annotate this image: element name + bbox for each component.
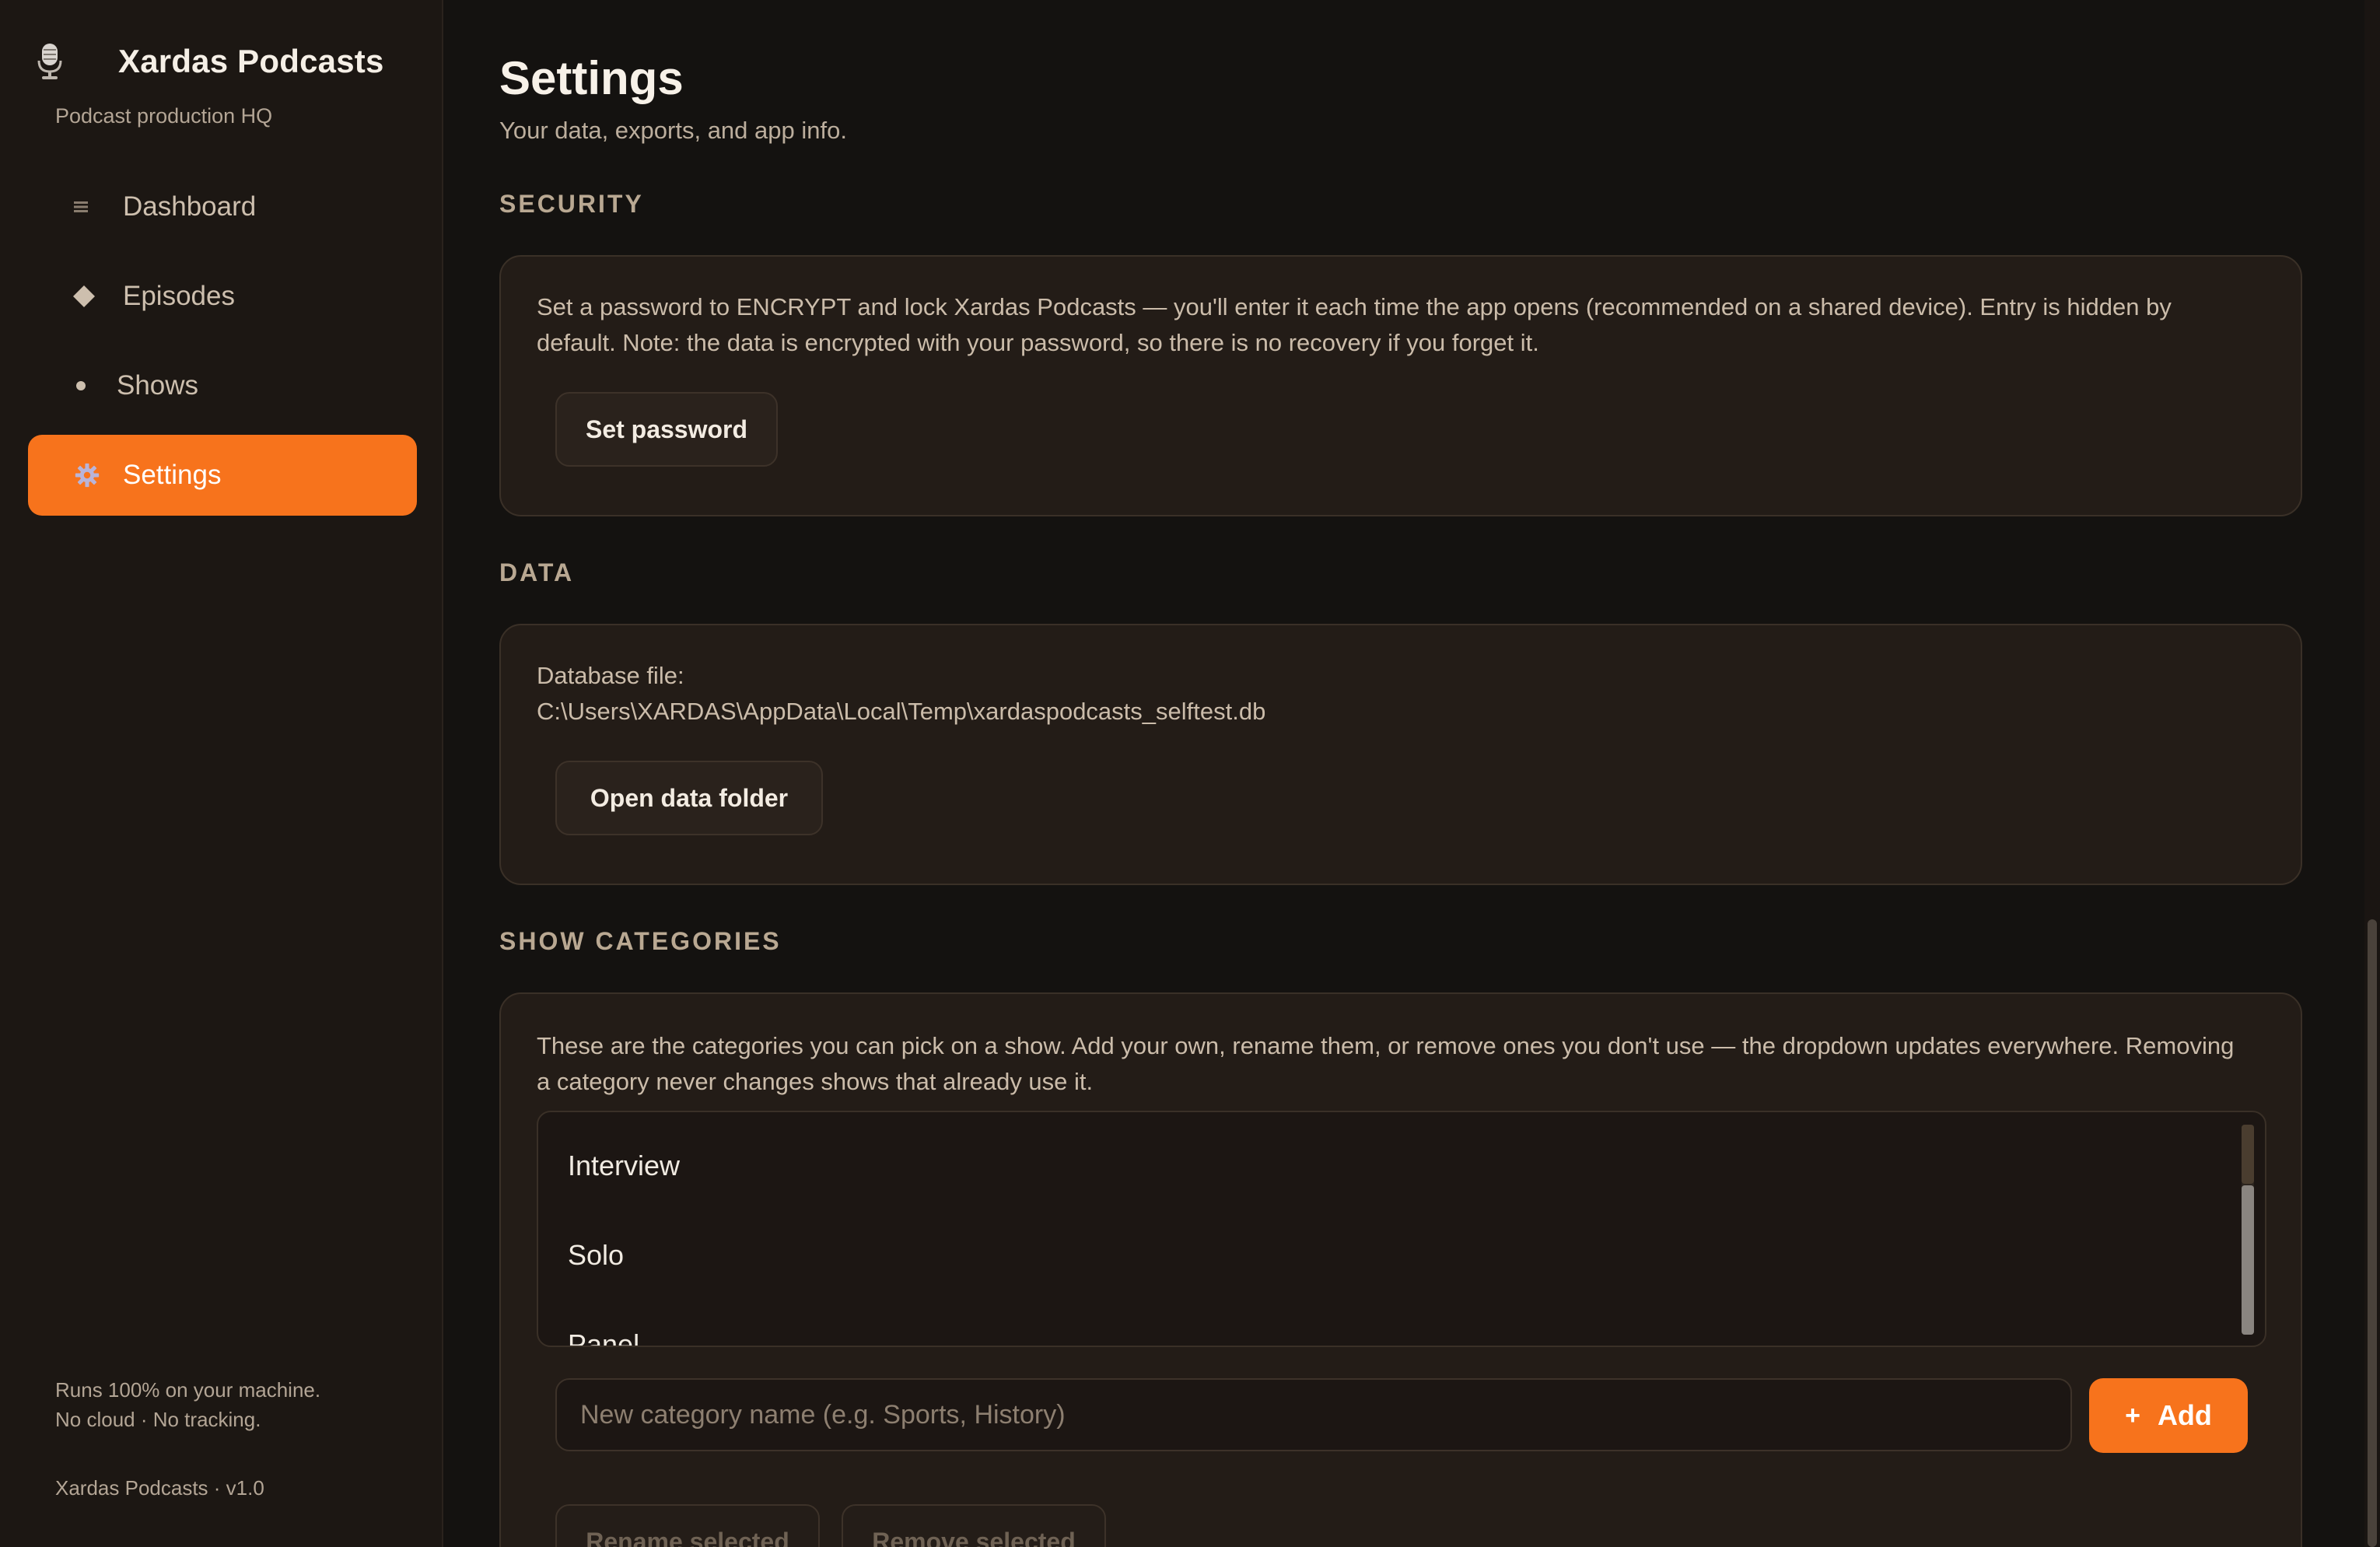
categories-card: These are the categories you can pick on…	[499, 992, 2302, 1547]
database-file-label: Database file:	[537, 662, 684, 689]
rename-selected-button[interactable]: Rename selected	[555, 1504, 820, 1547]
dot-icon	[68, 380, 93, 392]
data-card: Database file: C:\Users\XARDAS\AppData\L…	[499, 624, 2302, 885]
diamond-icon	[72, 285, 96, 308]
microphone-icon	[34, 42, 65, 81]
add-category-button[interactable]: + Add	[2089, 1378, 2248, 1453]
sidebar-item-label: Shows	[117, 370, 199, 401]
scrollbar-track-segment	[2242, 1125, 2254, 1184]
list-item[interactable]: Panel	[568, 1328, 639, 1346]
app-window: Xardas Podcasts Podcast production HQ Da…	[0, 0, 2380, 1547]
app-title: Xardas Podcasts	[118, 43, 384, 79]
security-card: Set a password to ENCRYPT and lock Xarda…	[499, 255, 2302, 516]
sidebar-item-label: Settings	[123, 460, 222, 490]
scrollbar-thumb[interactable]	[2242, 1185, 2254, 1335]
category-list[interactable]: Interview Solo Panel	[537, 1111, 2266, 1347]
plus-icon: +	[2125, 1400, 2140, 1430]
section-label-categories: SHOW CATEGORIES	[499, 927, 782, 955]
new-category-input[interactable]	[555, 1378, 2072, 1451]
page-title: Settings	[499, 52, 684, 104]
brand: Xardas Podcasts	[34, 42, 384, 81]
add-category-label: Add	[2157, 1399, 2212, 1431]
sidebar-item-episodes[interactable]: Episodes	[28, 256, 417, 337]
list-item[interactable]: Interview	[568, 1150, 680, 1182]
privacy-note: Runs 100% on your machine. No cloud · No…	[55, 1375, 320, 1434]
sidebar-item-shows[interactable]: Shows	[28, 345, 417, 426]
security-description: Set a password to ENCRYPT and lock Xarda…	[537, 293, 2172, 356]
remove-selected-button[interactable]: Remove selected	[842, 1504, 1106, 1547]
sidebar-item-settings[interactable]: Settings	[28, 435, 417, 516]
database-file-path: C:\Users\XARDAS\AppData\Local\Temp\xarda…	[537, 698, 1266, 725]
sidebar-nav: Dashboard Episodes Shows Settings	[28, 166, 417, 524]
app-subtitle: Podcast production HQ	[55, 104, 273, 128]
privacy-note-line2: No cloud · No tracking.	[55, 1408, 261, 1431]
page-scrollbar[interactable]	[2364, 0, 2380, 1547]
section-label-data: DATA	[499, 558, 575, 586]
sidebar-item-label: Episodes	[123, 281, 235, 311]
grid-icon	[68, 201, 93, 212]
page-subtitle: Your data, exports, and app info.	[499, 117, 847, 144]
set-password-button[interactable]: Set password	[555, 392, 778, 467]
app-version: Xardas Podcasts · v1.0	[55, 1476, 264, 1500]
categories-description: These are the categories you can pick on…	[537, 1032, 2235, 1095]
open-data-folder-button[interactable]: Open data folder	[555, 761, 823, 835]
section-label-security: SECURITY	[499, 190, 644, 218]
gear-icon	[75, 460, 100, 490]
sidebar-item-label: Dashboard	[123, 191, 257, 222]
category-list-scrollbar[interactable]	[2242, 1125, 2254, 1335]
settings-page: Settings Your data, exports, and app inf…	[443, 0, 2380, 1547]
scrollbar-thumb[interactable]	[2368, 919, 2377, 1547]
sidebar: Xardas Podcasts Podcast production HQ Da…	[0, 0, 443, 1547]
privacy-note-line1: Runs 100% on your machine.	[55, 1378, 321, 1402]
sidebar-item-dashboard[interactable]: Dashboard	[28, 166, 417, 247]
list-item[interactable]: Solo	[568, 1239, 624, 1272]
